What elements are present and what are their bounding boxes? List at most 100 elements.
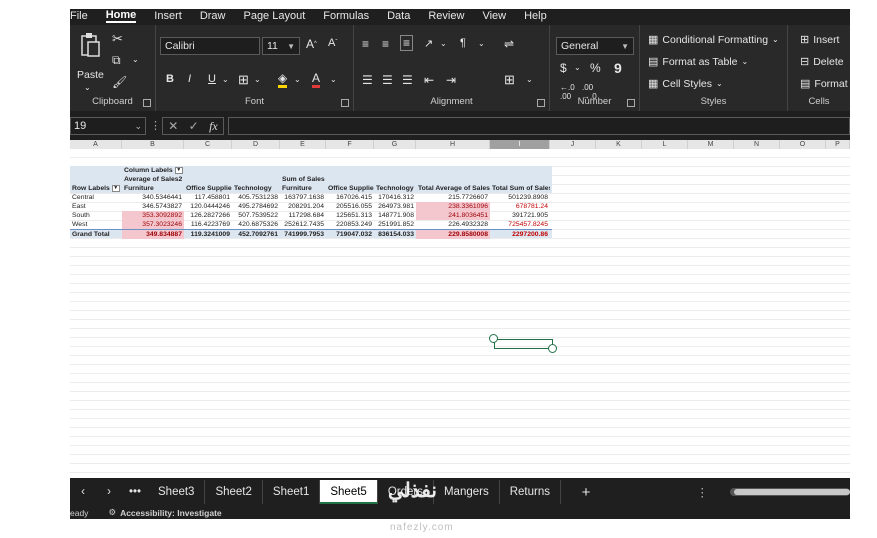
row-labels-header[interactable]: Row Labels ▼ — [70, 184, 122, 193]
wrap-text-icon[interactable]: ⇌ — [504, 37, 514, 51]
formula-input[interactable] — [228, 117, 850, 135]
sheet-tab-active[interactable]: Sheet5 — [320, 480, 378, 504]
align-middle-icon[interactable]: ≡ — [382, 37, 389, 51]
number-format-combo[interactable]: General ▼ — [556, 37, 634, 55]
menu-view[interactable]: View — [482, 10, 506, 22]
column-header[interactable]: K — [596, 140, 642, 149]
paste-button[interactable]: Paste — [77, 69, 104, 81]
table-row[interactable]: Central 340.5346441 117.458801 405.75312… — [70, 193, 552, 202]
currency-icon[interactable]: $ — [560, 61, 567, 75]
format-cells-button[interactable]: ▤ Format — [800, 77, 848, 91]
bold-icon[interactable]: B — [166, 73, 174, 85]
format-painter-icon[interactable]: 🖌 — [112, 75, 127, 89]
menu-formulas[interactable]: Formulas — [323, 10, 369, 22]
more-options-icon[interactable]: ⋮ — [150, 119, 161, 132]
column-header[interactable]: A — [70, 140, 122, 149]
resize-handle[interactable] — [489, 334, 498, 343]
chevron-down-icon[interactable]: ⌄ — [330, 75, 337, 84]
dialog-launcher-icon[interactable] — [143, 99, 151, 107]
more-sheets-icon[interactable]: ••• — [122, 486, 148, 498]
accessibility-status[interactable]: Accessibility: Investigate — [120, 508, 222, 518]
chevron-down-icon[interactable]: ⌄ — [440, 39, 447, 48]
cancel-icon[interactable]: ✕ — [168, 119, 178, 133]
increase-indent-icon[interactable]: ⇥ — [446, 73, 456, 87]
copy-icon[interactable]: ⧉ — [112, 53, 121, 68]
selected-cell-outline[interactable] — [494, 339, 553, 349]
column-header[interactable]: P — [826, 140, 850, 149]
chevron-down-icon[interactable]: ⌄ — [526, 75, 533, 84]
decrease-indent-icon[interactable]: ⇤ — [424, 73, 434, 87]
filter-dropdown-icon[interactable]: ▼ — [174, 166, 183, 174]
cell-area[interactable]: Column Labels ▼ Average of Sales2 Sum of … — [70, 149, 850, 478]
column-header[interactable]: L — [642, 140, 688, 149]
sheet-tab[interactable]: Returns — [500, 480, 561, 504]
borders-icon[interactable]: ⊞ — [238, 72, 249, 88]
column-header[interactable]: C — [184, 140, 232, 149]
column-header[interactable]: B — [122, 140, 184, 149]
delete-cells-button[interactable]: ⊟ Delete — [800, 55, 844, 69]
align-right-icon[interactable]: ☰ — [402, 73, 413, 87]
menu-data[interactable]: Data — [387, 10, 410, 22]
italic-icon[interactable]: I — [188, 73, 191, 85]
chevron-down-icon[interactable]: ⌄ — [254, 75, 261, 84]
menu-review[interactable]: Review — [428, 10, 464, 22]
fill-color-icon[interactable]: ◈ — [278, 71, 288, 88]
chevron-down-icon[interactable]: ⌄ — [222, 75, 229, 84]
enter-icon[interactable]: ✓ — [189, 119, 199, 133]
cell-styles-button[interactable]: ▦ Cell Styles ⌄ — [648, 77, 723, 91]
column-header[interactable]: O — [780, 140, 826, 149]
chevron-down-icon[interactable]: ⌄ — [478, 39, 485, 48]
format-as-table-button[interactable]: ▤ Format as Table ⌄ — [648, 55, 748, 69]
column-header[interactable]: J — [550, 140, 596, 149]
cut-icon[interactable]: ✂ — [112, 31, 123, 47]
table-row[interactable]: East 346.5743827 120.0444246 495.2784692… — [70, 202, 552, 211]
sheet-tab[interactable]: Mangers — [434, 480, 500, 504]
menu-file[interactable]: File — [70, 10, 88, 22]
dialog-launcher-icon[interactable] — [341, 99, 349, 107]
comma-style-icon[interactable]: 9 — [614, 60, 622, 76]
more-options-icon[interactable]: ⋮ — [697, 485, 709, 499]
menu-draw[interactable]: Draw — [200, 10, 226, 22]
merge-center-icon[interactable]: ⊞ — [504, 72, 515, 88]
sheet-tab[interactable]: Sheet3 — [148, 480, 206, 504]
scroll-right-icon[interactable]: › — [96, 486, 122, 498]
sheet-tab[interactable]: Sheet2 — [205, 480, 263, 504]
font-color-icon[interactable]: A — [312, 71, 321, 88]
sheet-tab[interactable]: Sheet1 — [263, 480, 321, 504]
pivot-column-labels[interactable]: Column Labels ▼ — [122, 166, 238, 175]
column-header[interactable]: E — [280, 140, 326, 149]
chevron-down-icon[interactable]: ⌄ — [574, 63, 581, 72]
column-header[interactable]: G — [374, 140, 416, 149]
percent-icon[interactable]: % — [590, 61, 601, 75]
insert-cells-button[interactable]: ⊞ Insert — [800, 33, 839, 47]
add-sheet-icon[interactable]: + — [561, 484, 611, 501]
menu-page-layout[interactable]: Page Layout — [243, 10, 305, 22]
insert-function-button[interactable]: fx — [209, 119, 218, 134]
column-header[interactable]: D — [232, 140, 280, 149]
column-header[interactable]: N — [734, 140, 780, 149]
shrink-font-icon[interactable]: Aˇ — [328, 37, 337, 49]
worksheet-grid[interactable]: A B C D E F G H I J K L M N O P Column L… — [70, 140, 850, 478]
text-direction-icon[interactable]: ¶ — [460, 37, 466, 49]
name-box[interactable]: 19 ⌄ — [70, 117, 146, 135]
menu-insert[interactable]: Insert — [154, 10, 182, 22]
font-size-combo[interactable]: 11 ▼ — [262, 37, 300, 55]
paste-icon[interactable] — [78, 31, 102, 59]
align-top-icon[interactable]: ≡ — [362, 37, 369, 51]
font-name-combo[interactable]: Calibri — [160, 37, 260, 55]
menu-home[interactable]: Home — [105, 9, 137, 23]
table-row[interactable]: South 353.3092892 126.2827266 507.753952… — [70, 211, 552, 220]
align-bottom-icon[interactable]: ≡ — [400, 35, 414, 51]
menu-help[interactable]: Help — [524, 10, 547, 22]
grand-total-row[interactable]: Grand Total 349.834887 119.3241009 452.7… — [70, 229, 552, 239]
column-header[interactable]: H — [416, 140, 490, 149]
resize-handle[interactable] — [548, 344, 557, 353]
align-left-icon[interactable]: ☰ — [362, 73, 373, 87]
table-row[interactable]: West 357.3023246 116.4223769 420.6875326… — [70, 220, 552, 229]
orientation-icon[interactable]: ↗ — [424, 37, 433, 50]
chevron-down-icon[interactable]: ⌄ — [294, 75, 301, 84]
chevron-down-icon[interactable]: ⌄ — [132, 55, 139, 64]
column-header[interactable]: M — [688, 140, 734, 149]
dialog-launcher-icon[interactable] — [627, 99, 635, 107]
column-header[interactable]: F — [326, 140, 374, 149]
